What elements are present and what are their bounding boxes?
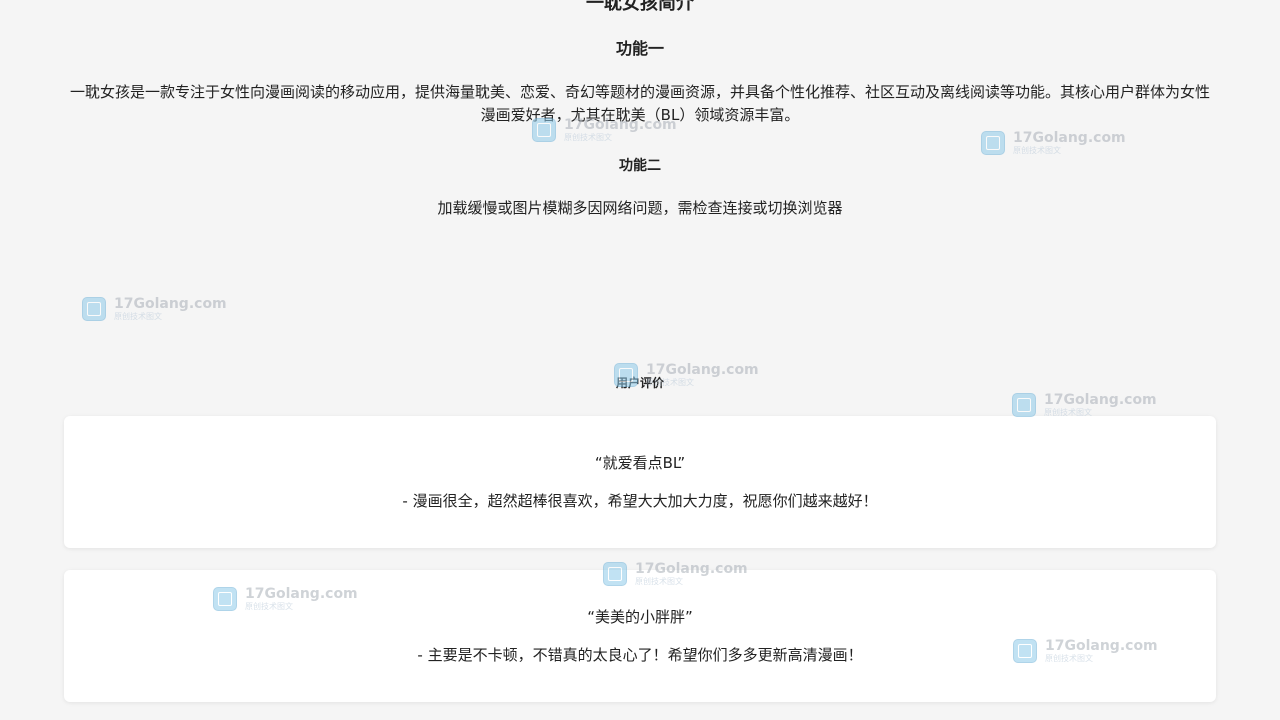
page: 一耽女孩简介 功能一 一耽女孩是一款专注于女性向漫画阅读的移动应用，提供海量耽美… [0,0,1280,720]
watermark-logo-icon [82,297,106,321]
watermark-subtitle: 原创技术图文 [1013,146,1061,155]
section-title-feature-one: 功能一 [615,39,664,58]
reviews-heading: 用户评价 [615,376,664,390]
watermark-logo-icon [1012,393,1036,417]
section-title-feature-two: 功能二 [619,158,661,174]
watermark-subtitle: 原创技术图文 [114,312,162,321]
watermark-name: 17Golang.com [114,296,227,312]
watermark: 17Golang.com 原创技术图文 [82,295,232,325]
review-title: “就爱看点BL” [594,454,686,472]
section-text-feature-two: 加载缓慢或图片模糊多因网络问题，需检查连接或切换浏览器 [437,199,843,217]
watermark-name: 17Golang.com [1013,130,1126,146]
watermark-subtitle: 原创技术图文 [564,133,612,142]
review-text: - 主要是不卡顿，不错真的太良心了！希望你们多多更新高清漫画！ [417,646,863,664]
watermark: 17Golang.com 原创技术图文 [981,129,1131,159]
review-text: - 漫画很全，超然超棒很喜欢，希望大大加大力度，祝愿你们越来越好！ [402,492,878,510]
watermark-logo-icon [981,131,1005,155]
section-text-feature-one: 一耽女孩是一款专注于女性向漫画阅读的移动应用，提供海量耽美、恋爱、奇幻等题材的漫… [69,83,1210,124]
watermark-name: 17Golang.com [1044,392,1157,408]
page-title: 一耽女孩简介 [586,0,694,14]
review-card: “就爱看点BL” - 漫画很全，超然超棒很喜欢，希望大大加大力度，祝愿你们越来越… [64,416,1216,548]
review-title: “美美的小胖胖” [587,608,693,626]
review-card: “美美的小胖胖” - 主要是不卡顿，不错真的太良心了！希望你们多多更新高清漫画！ [64,570,1216,702]
